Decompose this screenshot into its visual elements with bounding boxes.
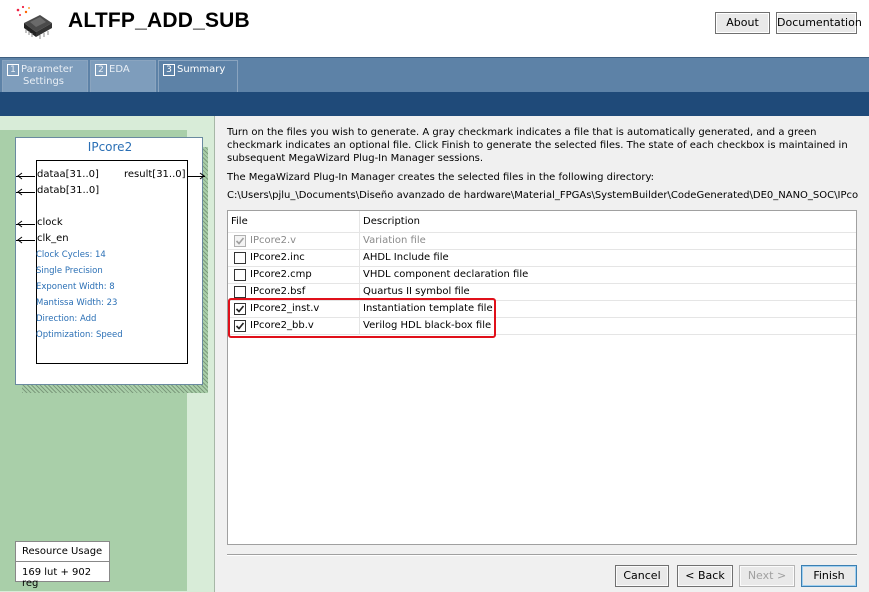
file-name: IPcore2.bsf [250,286,306,297]
next-label: Next > [747,569,787,582]
param-exponent-width: Exponent Width: 8 [36,282,115,292]
port-result: result[31..0] [124,169,186,180]
file-checkbox-disabled [234,235,246,247]
port-arrows-icon [17,172,23,244]
resource-usage-label: Resource Usage [16,542,109,562]
file-checkbox[interactable] [234,252,246,264]
file-name: IPcore2.cmp [250,269,312,280]
port-dataa: dataa[31..0] [37,169,99,180]
wizard-title: ALTFP_ADD_SUB [68,9,250,32]
tab-parameter-settings[interactable]: 1 Parameter Settings [2,60,88,93]
file-name: IPcore2.inc [250,252,305,263]
file-row-variation: IPcore2.v Variation file [228,233,856,250]
param-mantissa-width: Mantissa Width: 23 [36,298,118,308]
port-clock: clock [37,217,63,228]
documentation-label: Documentation [777,16,862,29]
file-description: Variation file [363,235,426,246]
param-direction: Direction: Add [36,314,97,324]
file-row-cmp: IPcore2.cmp VHDL component declaration f… [228,267,856,284]
tab-label: Summary [177,64,226,75]
resource-usage-value: 169 lut + 902 reg [22,567,92,589]
wizard-header: ALTFP_ADD_SUB About Documentation [0,0,869,57]
directory-intro: The MegaWizard Plug-In Manager creates t… [227,172,655,183]
file-checkbox[interactable] [234,269,246,281]
chip-logo-icon [14,5,56,43]
back-label: < Back [685,569,725,582]
output-arrow-icon [199,172,205,180]
tab-label: EDA [109,64,130,75]
param-clock-cycles: Clock Cycles: 14 [36,250,106,260]
file-checkbox[interactable] [234,286,246,298]
about-label: About [726,16,759,29]
tab-summary[interactable]: 3 Summary [158,60,238,93]
output-directory: C:\Users\pjlu_\Documents\Diseño avanzado… [227,190,859,201]
file-name: IPcore2.v [250,235,297,246]
file-list-header: File Description [228,211,856,233]
back-button[interactable]: < Back [677,565,733,587]
param-optimization: Optimization: Speed [36,330,123,340]
button-separator [227,554,857,556]
file-description: Quartus II symbol file [363,286,470,297]
file-list: File Description IPcore2.v Variation fil… [227,210,857,545]
file-description: AHDL Include file [363,252,449,263]
tab-eda[interactable]: 2 EDA [90,60,156,93]
documentation-button[interactable]: Documentation [776,12,862,34]
file-row-inc: IPcore2.inc AHDL Include file [228,250,856,267]
summary-instructions: Turn on the files you wish to generate. … [227,127,848,164]
tab-number: 3 [163,64,175,76]
resource-usage-box: Resource Usage 169 lut + 902 reg [15,541,110,589]
tab-content-band [0,92,869,116]
column-description[interactable]: Description [363,216,420,227]
next-button[interactable]: Next > [739,565,795,587]
step-tabs: 1 Parameter Settings 2 EDA 3 Summary [0,57,869,93]
symbol-name: IPcore2 [87,140,133,154]
highlight-annotation [228,298,496,338]
port-clk-en: clk_en [37,233,69,244]
port-datab: datab[31..0] [37,185,100,196]
cancel-button[interactable]: Cancel [615,565,669,587]
file-description: VHDL component declaration file [363,269,529,280]
column-file[interactable]: File [231,216,248,227]
about-button[interactable]: About [715,12,770,34]
finish-label: Finish [813,569,845,582]
tab-label: Parameter [21,64,74,75]
tab-number: 2 [95,64,107,76]
checkmark-icon [235,237,245,245]
tab-number: 1 [7,64,19,76]
finish-button[interactable]: Finish [801,565,857,587]
cancel-label: Cancel [623,569,661,582]
param-precision: Single Precision [36,266,103,276]
tab-label-line2: Settings [23,76,65,87]
